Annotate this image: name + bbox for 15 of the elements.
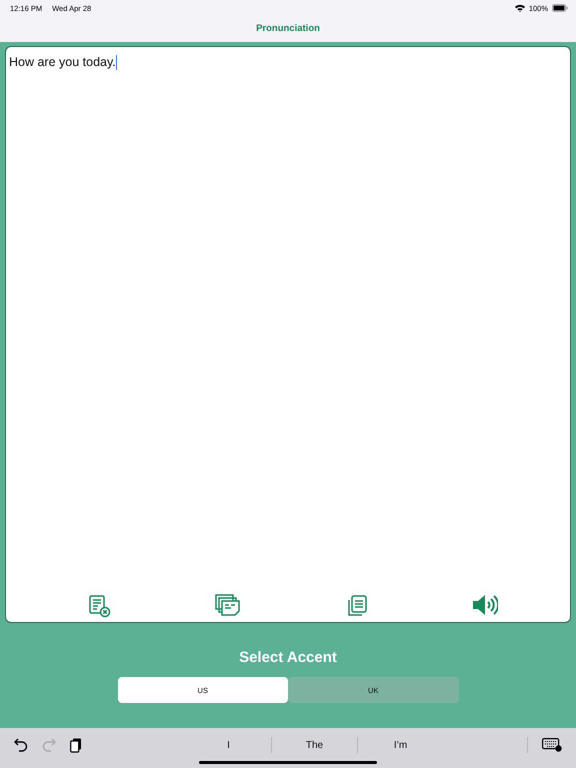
text-cursor [116,55,118,70]
suggestion[interactable]: I’m [358,738,443,752]
text-input[interactable]: How are you today. [9,55,116,69]
undo-icon[interactable] [14,738,28,752]
wifi-icon [514,4,525,12]
suggestion[interactable]: The [272,738,357,752]
accent-title: Select Accent [239,649,337,666]
keyboard-icon[interactable] [542,738,562,752]
nav-title: Pronunciation [256,23,320,34]
notes-icon[interactable] [215,594,242,618]
battery-icon [552,4,568,12]
paste-icon[interactable] [70,738,82,752]
suggestion[interactable]: I [186,738,271,752]
speaker-icon[interactable] [472,594,498,618]
clear-text-icon[interactable] [88,594,112,618]
